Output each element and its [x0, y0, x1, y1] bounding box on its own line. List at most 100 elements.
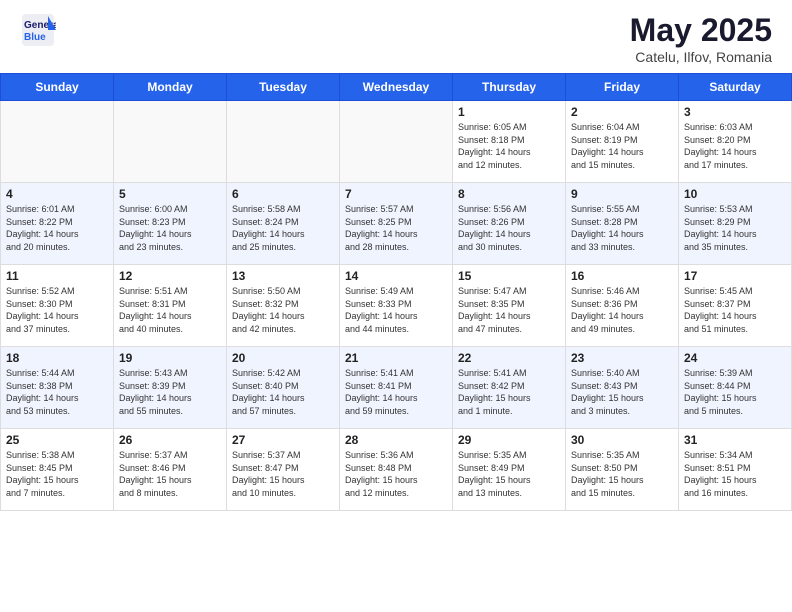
cell-content: Sunrise: 5:37 AM Sunset: 8:46 PM Dayligh… [119, 449, 221, 499]
day-number: 29 [458, 433, 560, 447]
day-number: 31 [684, 433, 786, 447]
col-sunday: Sunday [1, 74, 114, 101]
calendar-cell: 10 Sunrise: 5:53 AM Sunset: 8:29 PM Dayli… [679, 183, 792, 265]
calendar-cell: 16Sunrise: 5:46 AM Sunset: 8:36 PM Dayli… [566, 265, 679, 347]
calendar-table: Sunday Monday Tuesday Wednesday Thursday… [0, 73, 792, 511]
cell-content: Sunrise: 5:51 AM Sunset: 8:31 PM Dayligh… [119, 285, 221, 335]
calendar-cell: 8 Sunrise: 5:56 AM Sunset: 8:26 PM Daylig… [453, 183, 566, 265]
day-number: 13 [232, 269, 334, 283]
cell-content: Sunrise: 6:03 AM Sunset: 8:20 PM Dayligh… [684, 121, 786, 171]
day-number: 27 [232, 433, 334, 447]
col-monday: Monday [114, 74, 227, 101]
calendar-cell [1, 101, 114, 183]
cell-content: Sunrise: 5:38 AM Sunset: 8:45 PM Dayligh… [6, 449, 108, 499]
calendar-cell: 2 Sunrise: 6:04 AM Sunset: 8:19 PM Daylig… [566, 101, 679, 183]
svg-text:Blue: Blue [24, 32, 46, 43]
cell-content: Sunrise: 6:04 AM Sunset: 8:19 PM Dayligh… [571, 121, 673, 171]
day-number: 11 [6, 269, 108, 283]
cell-content: Sunrise: 5:41 AM Sunset: 8:41 PM Dayligh… [345, 367, 447, 417]
title-block: May 2025 Catelu, Ilfov, Romania [630, 12, 772, 65]
day-number: 10 [684, 187, 786, 201]
cell-content: Sunrise: 5:56 AM Sunset: 8:26 PM Dayligh… [458, 203, 560, 253]
day-number: 26 [119, 433, 221, 447]
day-number: 2 [571, 105, 673, 119]
day-number: 18 [6, 351, 108, 365]
logo: General Blue [20, 12, 56, 48]
calendar-cell: 30 Sunrise: 5:35 AM Sunset: 8:50 PM Dayli… [566, 429, 679, 511]
calendar-subtitle: Catelu, Ilfov, Romania [630, 49, 772, 65]
day-number: 24 [684, 351, 786, 365]
day-number: 22 [458, 351, 560, 365]
cell-content: Sunrise: 5:34 AM Sunset: 8:51 PM Dayligh… [684, 449, 786, 499]
day-number: 14 [345, 269, 447, 283]
calendar-cell: 24Sunrise: 5:39 AM Sunset: 8:44 PM Dayli… [679, 347, 792, 429]
calendar-cell: 6 Sunrise: 5:58 AM Sunset: 8:24 PM Daylig… [227, 183, 340, 265]
calendar-cell: 11 Sunrise: 5:52 AM Sunset: 8:30 PM Dayli… [1, 265, 114, 347]
cell-content: Sunrise: 6:05 AM Sunset: 8:18 PM Dayligh… [458, 121, 560, 171]
day-number: 28 [345, 433, 447, 447]
cell-content: Sunrise: 5:47 AM Sunset: 8:35 PM Dayligh… [458, 285, 560, 335]
cell-content: Sunrise: 5:36 AM Sunset: 8:48 PM Dayligh… [345, 449, 447, 499]
cell-content: Sunrise: 5:53 AM Sunset: 8:29 PM Dayligh… [684, 203, 786, 253]
day-number: 12 [119, 269, 221, 283]
calendar-cell: 25 Sunrise: 5:38 AM Sunset: 8:45 PM Dayli… [1, 429, 114, 511]
calendar-cell: 13 Sunrise: 5:50 AM Sunset: 8:32 PM Dayli… [227, 265, 340, 347]
day-number: 3 [684, 105, 786, 119]
calendar-cell: 3 Sunrise: 6:03 AM Sunset: 8:20 PM Daylig… [679, 101, 792, 183]
cell-content: Sunrise: 5:58 AM Sunset: 8:24 PM Dayligh… [232, 203, 334, 253]
calendar-cell: 1 Sunrise: 6:05 AM Sunset: 8:18 PM Daylig… [453, 101, 566, 183]
page-header: General Blue May 2025 Catelu, Ilfov, Rom… [0, 0, 792, 73]
day-number: 6 [232, 187, 334, 201]
day-number: 8 [458, 187, 560, 201]
day-number: 30 [571, 433, 673, 447]
day-number: 23 [571, 351, 673, 365]
cell-content: Sunrise: 5:50 AM Sunset: 8:32 PM Dayligh… [232, 285, 334, 335]
day-number: 19 [119, 351, 221, 365]
cell-content: Sunrise: 5:45 AM Sunset: 8:37 PM Dayligh… [684, 285, 786, 335]
day-number: 1 [458, 105, 560, 119]
day-number: 25 [6, 433, 108, 447]
col-wednesday: Wednesday [340, 74, 453, 101]
calendar-cell: 23Sunrise: 5:40 AM Sunset: 8:43 PM Dayli… [566, 347, 679, 429]
week-row-2: 4 Sunrise: 6:01 AM Sunset: 8:22 PM Daylig… [1, 183, 792, 265]
calendar-cell: 17 Sunrise: 5:45 AM Sunset: 8:37 PM Dayli… [679, 265, 792, 347]
day-number: 16 [571, 269, 673, 283]
col-friday: Friday [566, 74, 679, 101]
cell-content: Sunrise: 6:00 AM Sunset: 8:23 PM Dayligh… [119, 203, 221, 253]
col-tuesday: Tuesday [227, 74, 340, 101]
col-saturday: Saturday [679, 74, 792, 101]
calendar-cell: 4 Sunrise: 6:01 AM Sunset: 8:22 PM Daylig… [1, 183, 114, 265]
cell-content: Sunrise: 5:35 AM Sunset: 8:50 PM Dayligh… [571, 449, 673, 499]
cell-content: Sunrise: 6:01 AM Sunset: 8:22 PM Dayligh… [6, 203, 108, 253]
cell-content: Sunrise: 5:41 AM Sunset: 8:42 PM Dayligh… [458, 367, 560, 417]
col-thursday: Thursday [453, 74, 566, 101]
calendar-cell: 9 Sunrise: 5:55 AM Sunset: 8:28 PM Daylig… [566, 183, 679, 265]
week-row-1: 1 Sunrise: 6:05 AM Sunset: 8:18 PM Daylig… [1, 101, 792, 183]
day-number: 4 [6, 187, 108, 201]
calendar-cell: 22 Sunrise: 5:41 AM Sunset: 8:42 PM Dayli… [453, 347, 566, 429]
calendar-cell: 28 Sunrise: 5:36 AM Sunset: 8:48 PM Dayli… [340, 429, 453, 511]
cell-content: Sunrise: 5:55 AM Sunset: 8:28 PM Dayligh… [571, 203, 673, 253]
calendar-cell: 14 Sunrise: 5:49 AM Sunset: 8:33 PM Dayli… [340, 265, 453, 347]
calendar-cell [114, 101, 227, 183]
calendar-cell: 21 Sunrise: 5:41 AM Sunset: 8:41 PM Dayli… [340, 347, 453, 429]
week-row-5: 25 Sunrise: 5:38 AM Sunset: 8:45 PM Dayli… [1, 429, 792, 511]
day-number: 17 [684, 269, 786, 283]
calendar-cell: 12 Sunrise: 5:51 AM Sunset: 8:31 PM Dayli… [114, 265, 227, 347]
calendar-cell [340, 101, 453, 183]
cell-content: Sunrise: 5:57 AM Sunset: 8:25 PM Dayligh… [345, 203, 447, 253]
calendar-cell: 31 Sunrise: 5:34 AM Sunset: 8:51 PM Dayli… [679, 429, 792, 511]
calendar-cell: 27Sunrise: 5:37 AM Sunset: 8:47 PM Dayli… [227, 429, 340, 511]
calendar-cell: 18 Sunrise: 5:44 AM Sunset: 8:38 PM Dayli… [1, 347, 114, 429]
day-number: 9 [571, 187, 673, 201]
cell-content: Sunrise: 5:43 AM Sunset: 8:39 PM Dayligh… [119, 367, 221, 417]
day-number: 15 [458, 269, 560, 283]
calendar-cell: 26 Sunrise: 5:37 AM Sunset: 8:46 PM Dayli… [114, 429, 227, 511]
cell-content: Sunrise: 5:42 AM Sunset: 8:40 PM Dayligh… [232, 367, 334, 417]
cell-content: Sunrise: 5:49 AM Sunset: 8:33 PM Dayligh… [345, 285, 447, 335]
cell-content: Sunrise: 5:44 AM Sunset: 8:38 PM Dayligh… [6, 367, 108, 417]
cell-content: Sunrise: 5:52 AM Sunset: 8:30 PM Dayligh… [6, 285, 108, 335]
day-number: 21 [345, 351, 447, 365]
calendar-cell: 19 Sunrise: 5:43 AM Sunset: 8:39 PM Dayli… [114, 347, 227, 429]
calendar-cell: 20Sunrise: 5:42 AM Sunset: 8:40 PM Dayli… [227, 347, 340, 429]
